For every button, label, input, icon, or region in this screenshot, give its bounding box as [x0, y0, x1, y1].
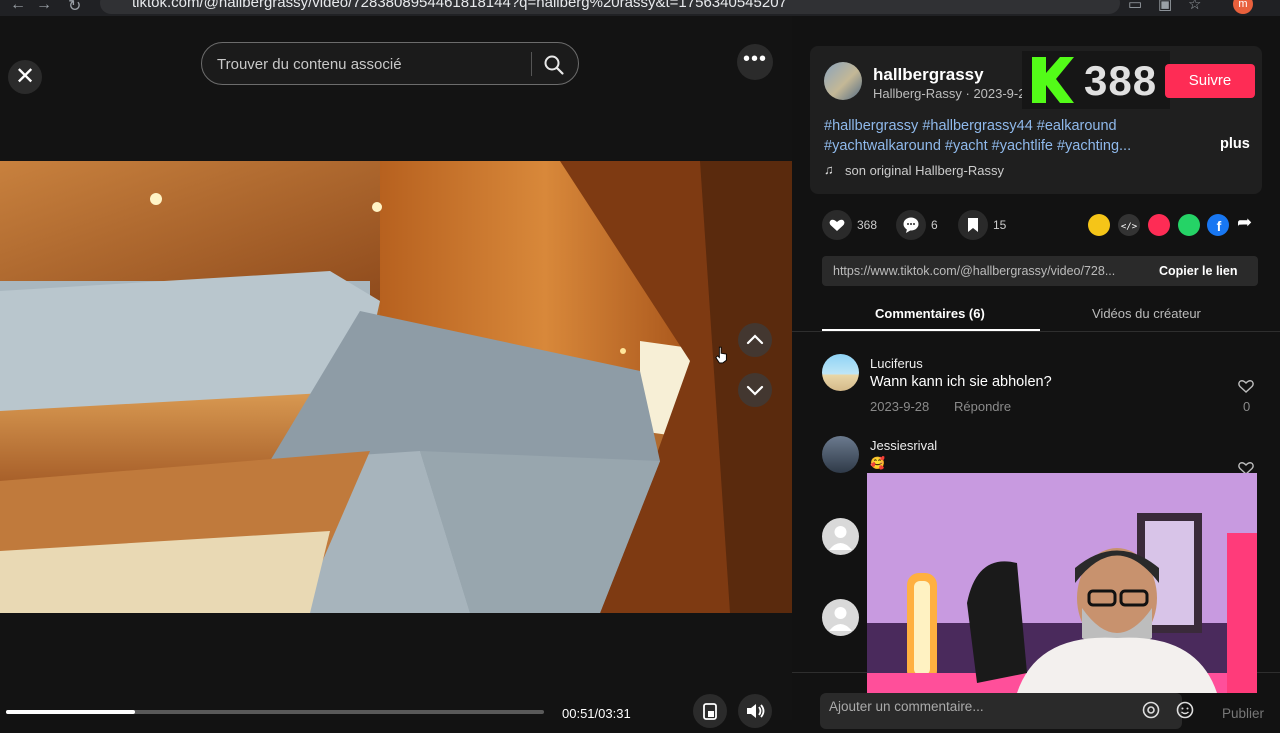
mention-icon[interactable]: [1141, 700, 1161, 720]
comment-like-count: 0: [1243, 399, 1251, 414]
close-button[interactable]: ✕: [8, 60, 42, 94]
browser-toolbar: ← → ↻ tiktok.com/@hallbergrassy/video/72…: [0, 0, 1280, 16]
webcam-overlay: [867, 473, 1257, 693]
facebook-icon[interactable]: f: [1207, 214, 1229, 236]
emoji-icon[interactable]: [1175, 700, 1195, 720]
send-icon[interactable]: [1148, 214, 1170, 236]
share-link-box: https://www.tiktok.com/@hallbergrassy/vi…: [822, 256, 1258, 286]
bookmark-icon: [958, 210, 988, 240]
follow-button[interactable]: Suivre: [1165, 64, 1255, 98]
close-icon: ✕: [14, 63, 36, 90]
reply-button[interactable]: Répondre: [954, 399, 1011, 414]
panel-tabs: Commentaires (6) Vidéos du créateur: [792, 296, 1280, 332]
mini-player-icon: [703, 703, 717, 720]
playback-time: 00:51/03:31: [562, 706, 631, 721]
expand-description-button[interactable]: plus: [1220, 136, 1250, 152]
sound-name[interactable]: son original Hallberg-Rassy: [845, 163, 1004, 178]
copy-link-button[interactable]: Copier le lien: [1159, 264, 1238, 278]
more-icon: •••: [742, 48, 767, 70]
svg-text:f: f: [1217, 218, 1222, 234]
commenter-username[interactable]: Jessiesrival: [870, 438, 937, 453]
volume-button[interactable]: [738, 694, 772, 728]
hand-cursor-icon: [715, 346, 727, 364]
progress-bar[interactable]: [6, 710, 544, 714]
search-icon[interactable]: [542, 53, 566, 77]
video-hashtags[interactable]: #hallbergrassy #hallbergrassy44 #ealkaro…: [824, 116, 1174, 156]
embed-icon[interactable]: </>: [1118, 214, 1140, 236]
next-video-button[interactable]: [738, 373, 772, 407]
tab-creator-videos[interactable]: Vidéos du créateur: [1092, 306, 1201, 321]
comment-date: 2023-9-28: [870, 399, 930, 414]
heart-icon: [822, 210, 852, 240]
commenter-avatar[interactable]: [822, 599, 859, 636]
like-count: 368: [857, 218, 878, 232]
save-button[interactable]: 15: [958, 210, 1006, 240]
creator-username[interactable]: hallbergrassy: [873, 65, 984, 85]
commenter-avatar[interactable]: [822, 518, 859, 555]
cast-icon[interactable]: ▭: [1128, 0, 1142, 13]
music-note-icon: ♫: [824, 162, 834, 177]
search-input[interactable]: Trouver du contenu associé: [217, 56, 402, 73]
save-count: 15: [993, 218, 1007, 232]
creator-avatar[interactable]: [824, 62, 862, 100]
volume-icon: [747, 704, 765, 718]
comment-like-icon[interactable]: [1236, 376, 1256, 396]
comment-text: 🥰: [870, 456, 885, 470]
active-tab-indicator: [822, 329, 1040, 331]
overlay-count: 388: [1084, 57, 1158, 104]
creator-info-card: hallbergrassy Hallberg-Rassy · 2023-9-28…: [810, 46, 1262, 194]
comment-text: Wann kann ich sie abholen?: [870, 374, 1052, 390]
svg-text:</>: </>: [1121, 222, 1138, 232]
related-search[interactable]: Trouver du contenu associé: [201, 42, 579, 85]
comment-count: 6: [931, 218, 938, 232]
forward-icon[interactable]: →: [36, 0, 52, 14]
share-icon[interactable]: ➦: [1237, 212, 1252, 233]
translate-icon[interactable]: ▣: [1158, 0, 1172, 13]
publish-button[interactable]: Publier: [1222, 706, 1264, 721]
video-player: ✕ Trouver du contenu associé ••• 00:51/0…: [0, 16, 792, 728]
more-options-button[interactable]: •••: [737, 44, 773, 80]
stream-overlay-counter: 388: [1022, 51, 1170, 109]
hashtags-line[interactable]: #yachtwalkaround #yacht #yachtlife #yach…: [824, 136, 1174, 156]
star-icon[interactable]: ☆: [1188, 0, 1201, 13]
repost-icon[interactable]: [1088, 214, 1110, 236]
like-button[interactable]: 368: [822, 210, 877, 240]
search-divider: [531, 52, 532, 76]
comment-button[interactable]: 6: [896, 210, 938, 240]
commenter-avatar[interactable]: [822, 436, 859, 473]
chevron-down-icon: [746, 385, 764, 396]
creator-nickname: Hallberg-Rassy · 2023-9-28: [873, 86, 1033, 101]
k-logo-icon: [1032, 57, 1074, 103]
progress-fill: [6, 710, 136, 714]
previous-video-button[interactable]: [738, 323, 772, 357]
comment-input[interactable]: [820, 693, 1182, 729]
video-link[interactable]: https://www.tiktok.com/@hallbergrassy/vi…: [833, 264, 1143, 278]
commenter-avatar[interactable]: [822, 354, 859, 391]
chevron-up-icon: [746, 334, 764, 345]
commenter-username[interactable]: Luciferus: [870, 356, 923, 371]
profile-avatar[interactable]: m: [1233, 0, 1253, 14]
address-bar[interactable]: tiktok.com/@hallbergrassy/video/72838089…: [100, 0, 1120, 14]
hashtags-line[interactable]: #hallbergrassy #hallbergrassy44 #ealkaro…: [824, 116, 1174, 136]
reload-icon[interactable]: ↻: [68, 0, 81, 16]
video-frame[interactable]: [0, 161, 792, 613]
comment-icon: [896, 210, 926, 240]
tab-comments[interactable]: Commentaires (6): [875, 306, 985, 321]
whatsapp-icon[interactable]: [1178, 214, 1200, 236]
back-icon[interactable]: ←: [10, 0, 26, 14]
action-bar: 368 6 15 </> f ➦: [822, 210, 1262, 240]
pip-button[interactable]: [693, 694, 727, 728]
